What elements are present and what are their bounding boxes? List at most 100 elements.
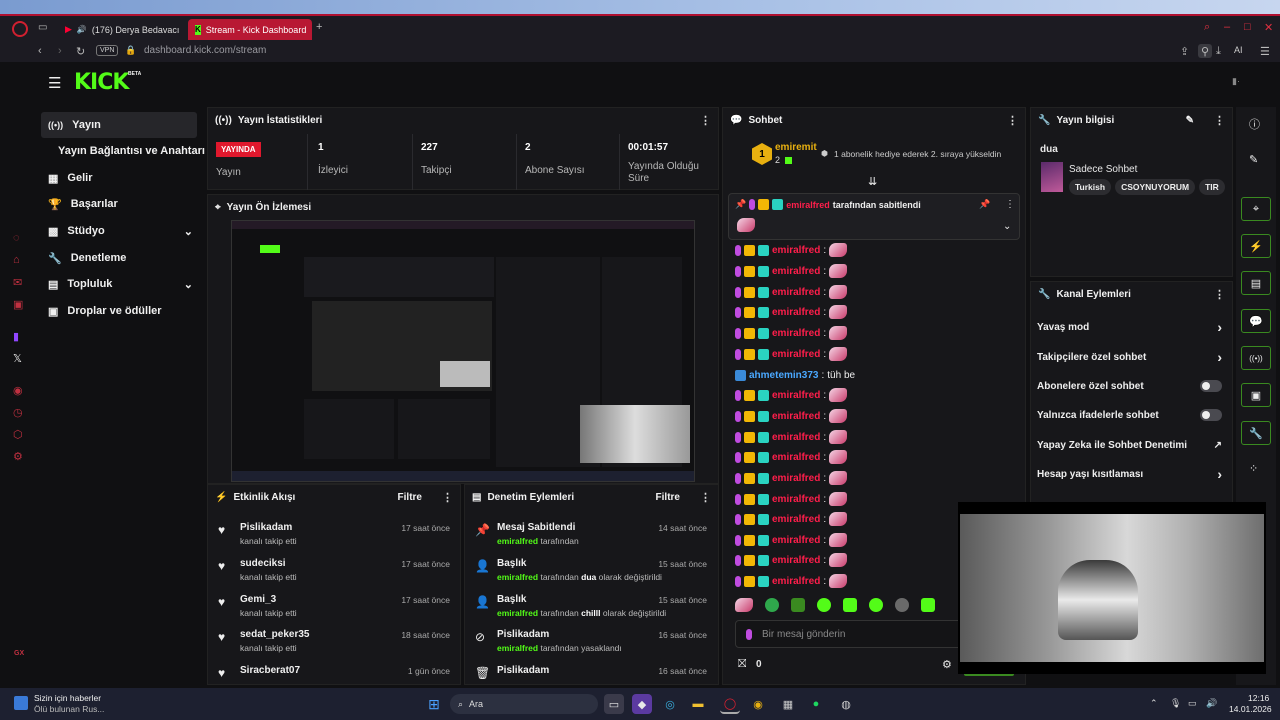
spotify-icon[interactable]: ● [806,694,826,714]
chat-action-button[interactable]: 💬 [1241,309,1271,333]
hamburger-icon[interactable]: ☰ [48,74,61,92]
emote-button[interactable] [735,598,753,612]
history-icon[interactable]: ◷ [13,406,23,419]
edit-icon[interactable]: ✎ [1249,153,1258,166]
chat-username[interactable]: emiralfred [772,432,820,443]
emote-button[interactable] [895,598,909,612]
lock-icon[interactable]: 🔒 [125,45,136,56]
chat-username[interactable]: emiralfred [772,411,820,422]
nav-item-yayin[interactable]: ((•)) Yayın [41,112,197,138]
minimize-icon[interactable]: – [1224,21,1230,33]
nav-item-studyo[interactable]: ▩ Stüdyo ⌄ [41,218,197,244]
chat-username[interactable]: ahmetemin373 [749,370,818,381]
nav-item-gelir[interactable]: ▦ Gelir [41,165,197,191]
mod-user[interactable]: emiralfred [497,643,538,653]
emote-button[interactable] [869,598,883,612]
news-title[interactable]: Sizin için haberler [34,693,101,703]
close-icon[interactable]: ✕ [1264,21,1273,34]
emote-button[interactable] [817,598,831,612]
vpn-badge[interactable]: VPN [96,45,119,56]
tray-chevron-icon[interactable]: ⌃ [1150,698,1158,709]
opera-logo-icon[interactable] [12,21,28,37]
search-icon[interactable]: ⌕ [1204,21,1210,34]
edit-icon[interactable]: ✎ [1186,115,1194,126]
nav-item-denetleme[interactable]: 🔧 Denetleme [41,245,197,271]
chat-username[interactable]: emiralfred [772,514,820,525]
nav-item-stream-key[interactable]: Yayın Bağlantısı ve Anahtarı [41,138,206,164]
chat-username[interactable]: emiralfred [772,535,820,546]
x-icon[interactable]: 𝕏 [13,352,22,365]
url-field[interactable]: dashboard.kick.com/stream [144,45,266,56]
tab-youtube[interactable]: ▶ 🔊 (176) Derya Bedavacı [58,19,184,40]
back-icon[interactable]: ‹ [38,45,42,57]
more-icon[interactable]: ⋮ [1007,114,1018,127]
more-icon[interactable]: ⋮ [1214,288,1225,301]
maximize-icon[interactable]: □ [1244,21,1251,33]
chat-icon[interactable]: ▣ [13,298,23,311]
opera-gx-icon[interactable]: ◯ [720,694,740,714]
ai-button[interactable]: AI [1234,45,1243,55]
pinned-user[interactable]: emiralfred [786,200,830,210]
mic-icon[interactable]: 🎙 [1170,698,1181,709]
category-name[interactable]: Sadece Sohbet [1069,164,1137,175]
camera-action-button[interactable]: ⌖ [1241,197,1271,221]
list-action-button[interactable]: ▣ [1241,383,1271,407]
more-icon[interactable]: ⋮ [1005,199,1015,210]
webcam-overlay[interactable] [958,502,1266,674]
chat-username[interactable]: emiralfred [772,307,820,318]
stream-preview-video[interactable] [231,220,695,482]
more-icon[interactable]: ⋮ [700,114,711,127]
unpin-icon[interactable]: 📌 [979,199,990,210]
bolt-action-button[interactable]: ⚡ [1241,234,1271,258]
more-icon[interactable]: ⋮ [1214,114,1225,127]
more-actions-icon[interactable]: ⁘ [1249,462,1258,475]
gear-icon[interactable]: ⚙ [942,658,952,671]
chat-username[interactable]: emiralfred [772,452,820,463]
scroll-down-icon[interactable]: ⇊ [868,175,877,188]
folder-icon[interactable]: ▬ [688,694,708,714]
info-icon[interactable]: ⓘ [1249,116,1260,132]
aria-icon[interactable]: ◌ [13,232,20,244]
chat-username[interactable]: emiralfred [772,328,820,339]
forward-icon[interactable]: › [58,45,62,57]
filter-button[interactable]: Filtre [656,492,680,503]
chat-username[interactable]: emiralfred [772,245,820,256]
player-icon[interactable]: ◉ [13,384,23,397]
tab-kick-dashboard[interactable]: K Stream - Kick Dashboard [188,19,312,40]
network-icon[interactable]: ▭ [1188,698,1197,709]
activity-user[interactable]: Gemi_3 [240,594,297,605]
nav-item-droplar[interactable]: ▣ Droplar ve ödüller [41,298,201,324]
chat-username[interactable]: emiralfred [772,266,820,277]
gx-icon[interactable]: GX [14,650,24,657]
activity-user[interactable]: Siracberat07 [240,665,300,676]
settings-icon[interactable]: ⚙ [13,450,23,463]
emote-button[interactable] [791,598,805,612]
top-gifter-name[interactable]: emiremit [775,142,817,153]
activity-user[interactable]: Pislikadam [240,522,297,533]
new-tab-icon[interactable]: + [316,21,322,33]
start-icon[interactable]: ⊞ [424,694,444,714]
emote-button[interactable] [843,598,857,612]
chat-username[interactable]: emiralfred [772,494,820,505]
clock-date[interactable]: 14.01.2026 [1229,704,1272,714]
activity-user[interactable]: sedat_peker35 [240,629,310,640]
ai-moderation-row[interactable]: Yapay Zeka ile Sohbet Denetimi ↗ [1030,431,1230,459]
emote-button[interactable] [921,598,935,612]
steam-icon[interactable]: ◍ [836,694,856,714]
slow-mode-row[interactable]: Yavaş mod › [1030,313,1230,341]
taskview-icon[interactable]: ▭ [604,694,624,714]
filter-button[interactable]: Filtre [398,492,422,503]
followers-only-row[interactable]: Takipçilere özel sohbet › [1030,343,1230,371]
tag[interactable]: CSOYNUYORUM [1115,179,1196,195]
mod-user[interactable]: emiralfred [497,536,538,546]
chat-username[interactable]: emiralfred [772,287,820,298]
chat-username[interactable]: emiralfred [772,473,820,484]
nav-item-basarilar[interactable]: 🏆 Başarılar [41,191,197,217]
news-icon[interactable] [14,696,28,710]
menu-icon[interactable]: ☰ [1260,45,1270,58]
reload-icon[interactable]: ↻ [76,45,85,58]
category-thumbnail[interactable] [1041,162,1063,192]
kick-logo[interactable]: KICK [74,70,129,95]
emote-button[interactable] [765,598,779,612]
broadcast-action-button[interactable]: ((•)) [1241,346,1271,370]
